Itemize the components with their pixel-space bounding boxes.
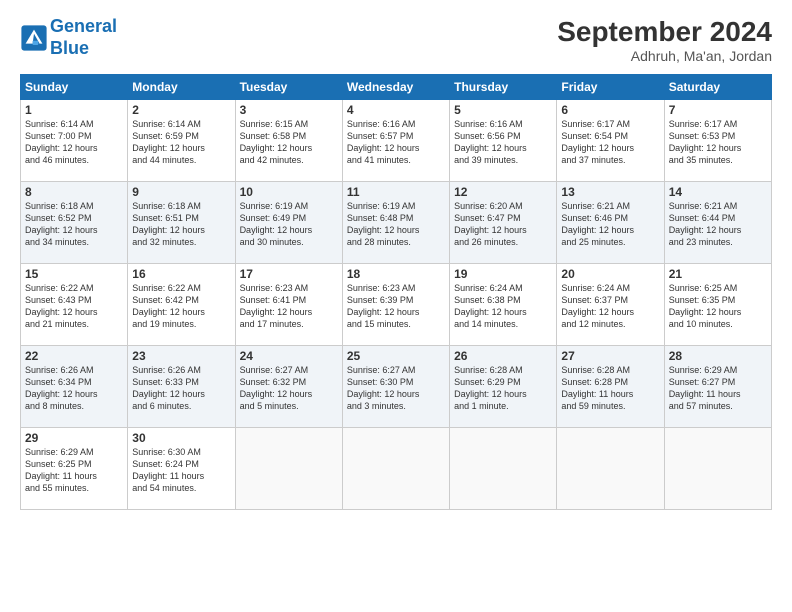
logo-line1: General (50, 16, 117, 36)
list-item: 11 Sunrise: 6:19 AMSunset: 6:48 PMDaylig… (342, 182, 449, 264)
list-item: 5 Sunrise: 6:16 AMSunset: 6:56 PMDayligh… (450, 100, 557, 182)
col-sunday: Sunday (21, 75, 128, 100)
list-item: 8 Sunrise: 6:18 AMSunset: 6:52 PMDayligh… (21, 182, 128, 264)
list-item: 9 Sunrise: 6:18 AMSunset: 6:51 PMDayligh… (128, 182, 235, 264)
list-item: 28 Sunrise: 6:29 AMSunset: 6:27 PMDaylig… (664, 346, 771, 428)
list-item: 30 Sunrise: 6:30 AMSunset: 6:24 PMDaylig… (128, 428, 235, 510)
list-item: 19 Sunrise: 6:24 AMSunset: 6:38 PMDaylig… (450, 264, 557, 346)
col-tuesday: Tuesday (235, 75, 342, 100)
logo-text: General Blue (50, 16, 117, 59)
table-row: 1 Sunrise: 6:14 AMSunset: 7:00 PMDayligh… (21, 100, 772, 182)
col-thursday: Thursday (450, 75, 557, 100)
list-item: 6 Sunrise: 6:17 AMSunset: 6:54 PMDayligh… (557, 100, 664, 182)
list-item (235, 428, 342, 510)
list-item: 1 Sunrise: 6:14 AMSunset: 7:00 PMDayligh… (21, 100, 128, 182)
table-row: 29 Sunrise: 6:29 AMSunset: 6:25 PMDaylig… (21, 428, 772, 510)
logo-line2: Blue (50, 38, 89, 58)
list-item: 22 Sunrise: 6:26 AMSunset: 6:34 PMDaylig… (21, 346, 128, 428)
col-monday: Monday (128, 75, 235, 100)
list-item: 2 Sunrise: 6:14 AMSunset: 6:59 PMDayligh… (128, 100, 235, 182)
logo: General Blue (20, 16, 117, 59)
list-item: 17 Sunrise: 6:23 AMSunset: 6:41 PMDaylig… (235, 264, 342, 346)
col-friday: Friday (557, 75, 664, 100)
calendar-header-row: Sunday Monday Tuesday Wednesday Thursday… (21, 75, 772, 100)
list-item: 21 Sunrise: 6:25 AMSunset: 6:35 PMDaylig… (664, 264, 771, 346)
list-item (557, 428, 664, 510)
list-item: 15 Sunrise: 6:22 AMSunset: 6:43 PMDaylig… (21, 264, 128, 346)
list-item: 20 Sunrise: 6:24 AMSunset: 6:37 PMDaylig… (557, 264, 664, 346)
location-title: Adhruh, Ma'an, Jordan (557, 48, 772, 64)
list-item (664, 428, 771, 510)
list-item: 4 Sunrise: 6:16 AMSunset: 6:57 PMDayligh… (342, 100, 449, 182)
col-wednesday: Wednesday (342, 75, 449, 100)
logo-icon (20, 24, 48, 52)
calendar: Sunday Monday Tuesday Wednesday Thursday… (20, 74, 772, 510)
list-item: 12 Sunrise: 6:20 AMSunset: 6:47 PMDaylig… (450, 182, 557, 264)
list-item: 14 Sunrise: 6:21 AMSunset: 6:44 PMDaylig… (664, 182, 771, 264)
month-title: September 2024 (557, 16, 772, 48)
list-item: 3 Sunrise: 6:15 AMSunset: 6:58 PMDayligh… (235, 100, 342, 182)
list-item: 23 Sunrise: 6:26 AMSunset: 6:33 PMDaylig… (128, 346, 235, 428)
list-item (342, 428, 449, 510)
table-row: 15 Sunrise: 6:22 AMSunset: 6:43 PMDaylig… (21, 264, 772, 346)
list-item: 13 Sunrise: 6:21 AMSunset: 6:46 PMDaylig… (557, 182, 664, 264)
title-block: September 2024 Adhruh, Ma'an, Jordan (557, 16, 772, 64)
list-item: 29 Sunrise: 6:29 AMSunset: 6:25 PMDaylig… (21, 428, 128, 510)
list-item: 25 Sunrise: 6:27 AMSunset: 6:30 PMDaylig… (342, 346, 449, 428)
list-item: 7 Sunrise: 6:17 AMSunset: 6:53 PMDayligh… (664, 100, 771, 182)
table-row: 8 Sunrise: 6:18 AMSunset: 6:52 PMDayligh… (21, 182, 772, 264)
header: General Blue September 2024 Adhruh, Ma'a… (20, 16, 772, 64)
list-item: 24 Sunrise: 6:27 AMSunset: 6:32 PMDaylig… (235, 346, 342, 428)
list-item: 16 Sunrise: 6:22 AMSunset: 6:42 PMDaylig… (128, 264, 235, 346)
list-item: 18 Sunrise: 6:23 AMSunset: 6:39 PMDaylig… (342, 264, 449, 346)
list-item: 10 Sunrise: 6:19 AMSunset: 6:49 PMDaylig… (235, 182, 342, 264)
list-item: 27 Sunrise: 6:28 AMSunset: 6:28 PMDaylig… (557, 346, 664, 428)
list-item (450, 428, 557, 510)
list-item: 26 Sunrise: 6:28 AMSunset: 6:29 PMDaylig… (450, 346, 557, 428)
page: General Blue September 2024 Adhruh, Ma'a… (0, 0, 792, 612)
table-row: 22 Sunrise: 6:26 AMSunset: 6:34 PMDaylig… (21, 346, 772, 428)
col-saturday: Saturday (664, 75, 771, 100)
